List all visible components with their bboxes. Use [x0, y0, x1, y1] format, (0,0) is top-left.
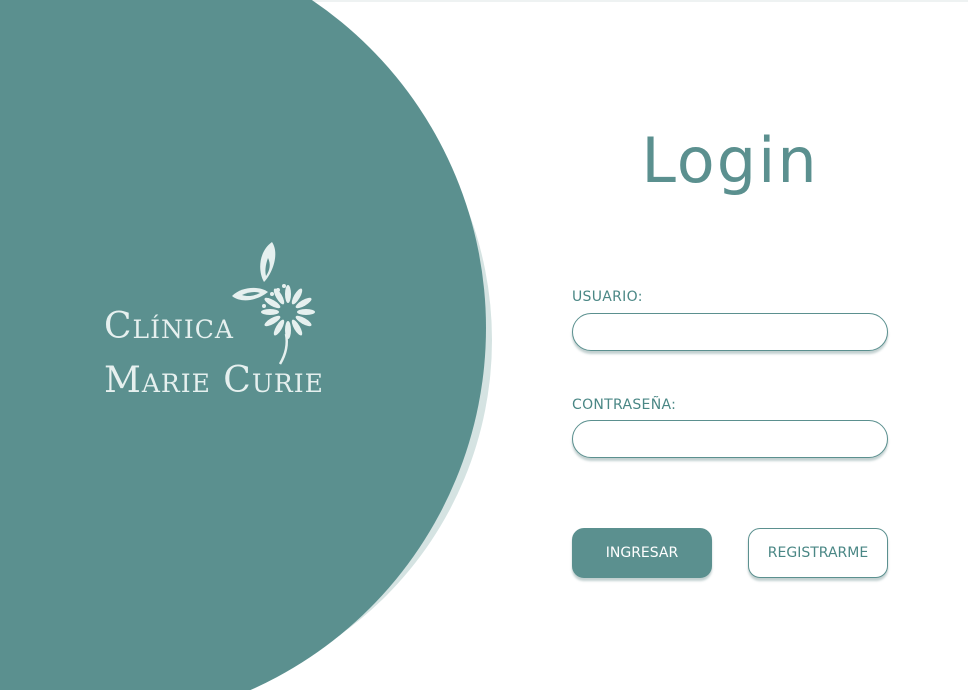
login-button[interactable]: INGRESAR [572, 528, 712, 578]
username-label: USUARIO: [572, 289, 643, 305]
clinic-logo: Clínica Marie Curie [100, 238, 340, 408]
username-input[interactable] [572, 313, 888, 351]
clinic-name-line1: Clínica [104, 306, 234, 347]
page-title: Login [641, 124, 819, 197]
register-button[interactable]: REGISTRARME [748, 528, 888, 578]
clinic-name-line2: Marie Curie [104, 360, 324, 401]
butterfly-daisy-icon [232, 242, 315, 365]
password-input[interactable] [572, 420, 888, 458]
password-label: CONTRASEÑA: [572, 397, 677, 413]
